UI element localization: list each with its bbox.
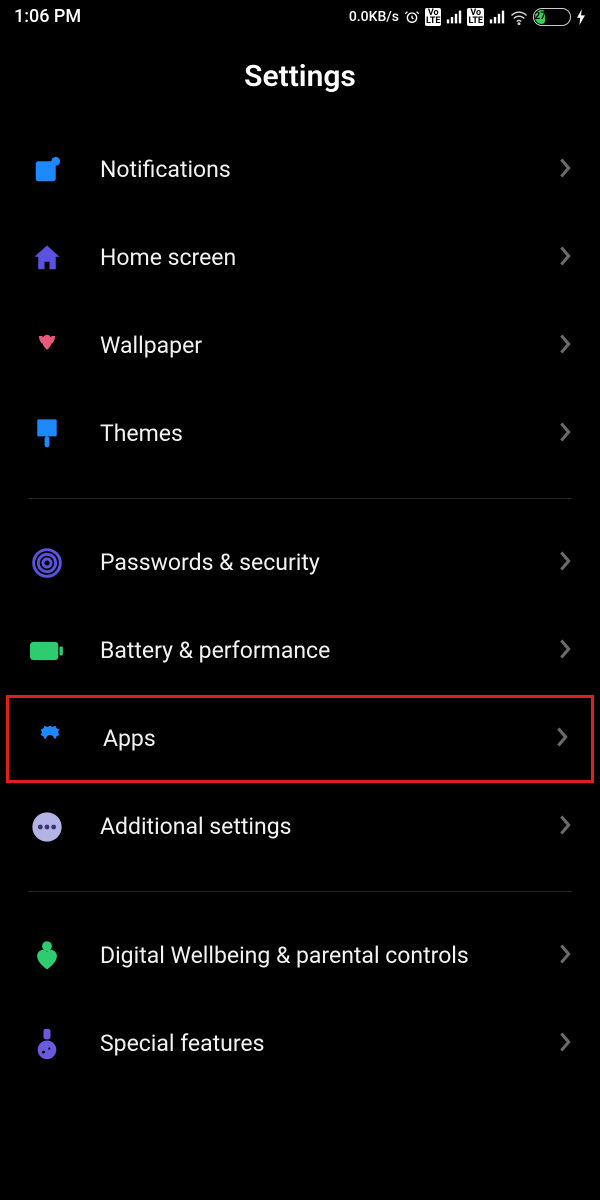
brush-icon: [28, 415, 66, 453]
fingerprint-icon: [28, 544, 66, 582]
gear-icon: [31, 720, 69, 758]
notifications-icon: [28, 151, 66, 189]
chevron-right-icon: [558, 814, 572, 840]
row-wellbeing[interactable]: Digital Wellbeing & parental controls: [0, 912, 600, 1000]
row-home-screen[interactable]: Home screen: [0, 214, 600, 302]
chevron-right-icon: [558, 245, 572, 271]
alarm-icon: [404, 9, 420, 25]
flask-icon: [28, 1025, 66, 1063]
volte-icon-1: VoLTE: [425, 8, 442, 26]
chevron-right-icon: [558, 638, 572, 664]
status-time: 1:06 PM: [14, 6, 81, 27]
battery-indicator: 27: [533, 8, 571, 26]
settings-group-3: Digital Wellbeing & parental controls Sp…: [0, 912, 600, 1088]
row-battery[interactable]: Battery & performance: [0, 607, 600, 695]
row-security[interactable]: Passwords & security: [0, 519, 600, 607]
battery-icon: [28, 632, 66, 670]
signal-icon-2: [489, 9, 505, 25]
divider: [28, 891, 572, 892]
signal-icon-1: [446, 9, 462, 25]
row-notifications[interactable]: Notifications: [0, 126, 600, 214]
chevron-right-icon: [558, 333, 572, 359]
battery-percent: 27: [535, 10, 545, 24]
divider: [28, 498, 572, 499]
row-label: Apps: [69, 725, 555, 754]
settings-group-1: Notifications Home screen Wallpaper Them…: [0, 126, 600, 478]
row-label: Special features: [66, 1030, 558, 1059]
chevron-right-icon: [558, 550, 572, 576]
row-wallpaper[interactable]: Wallpaper: [0, 302, 600, 390]
settings-group-2: Passwords & security Battery & performan…: [0, 519, 600, 871]
status-indicators: 0.0KB/s VoLTE VoLTE 27: [349, 8, 586, 26]
dots-icon: [28, 808, 66, 846]
row-label: Home screen: [66, 244, 558, 273]
row-label: Wallpaper: [66, 332, 558, 361]
row-themes[interactable]: Themes: [0, 390, 600, 478]
chevron-right-icon: [558, 157, 572, 183]
status-bar: 1:06 PM 0.0KB/s VoLTE VoLTE 27: [0, 0, 600, 31]
chevron-right-icon: [558, 421, 572, 447]
row-label: Passwords & security: [66, 549, 558, 578]
heart-icon: [28, 937, 66, 975]
row-label: Additional settings: [66, 813, 558, 842]
row-label: Themes: [66, 420, 558, 449]
row-label: Digital Wellbeing & parental controls: [66, 942, 558, 971]
chevron-right-icon: [558, 1031, 572, 1057]
row-special[interactable]: Special features: [0, 1000, 600, 1088]
row-label: Battery & performance: [66, 637, 558, 666]
home-icon: [28, 239, 66, 277]
row-apps[interactable]: Apps: [6, 695, 594, 783]
wifi-icon: [510, 9, 528, 25]
net-speed: 0.0KB/s: [349, 9, 399, 25]
row-additional[interactable]: Additional settings: [0, 783, 600, 871]
row-label: Notifications: [66, 156, 558, 185]
tulip-icon: [28, 327, 66, 365]
volte-icon-2: VoLTE: [467, 8, 484, 26]
chevron-right-icon: [555, 726, 569, 752]
page-title: Settings: [0, 31, 600, 126]
chevron-right-icon: [558, 943, 572, 969]
charging-icon: [576, 9, 586, 25]
